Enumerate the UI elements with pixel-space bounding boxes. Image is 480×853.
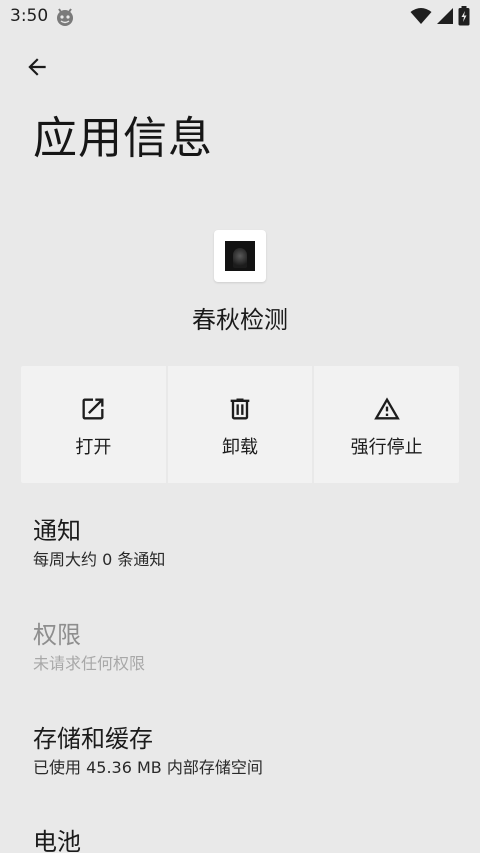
open-button-label: 打开 [75,437,112,458]
open-button[interactable]: 打开 [21,366,166,483]
uninstall-button[interactable]: 卸载 [167,366,313,483]
app-info-screen: 3:50 应用信息 春秋检测 打开 卸载 强行停止 通知 每周大约 0 条通知 … [0,0,480,853]
force-stop-button-label: 强行停止 [350,437,423,458]
cellular-signal-icon [436,7,454,25]
battery-charging-icon [458,6,470,26]
status-icons [410,6,470,26]
permissions-title: 权限 [33,621,81,649]
notifications-item[interactable]: 通知 每周大约 0 条通知 [0,516,480,571]
warning-icon [373,395,401,423]
app-icon [214,230,266,282]
uninstall-button-label: 卸载 [222,437,258,458]
back-button[interactable] [16,52,58,86]
notifications-title: 通知 [33,517,81,545]
notifications-summary: 每周大约 0 条通知 [33,550,166,569]
app-icon-image [225,241,255,271]
permissions-summary: 未请求任何权限 [33,654,146,673]
battery-title: 电池 [33,828,81,853]
page-title: 应用信息 [33,113,213,164]
wifi-icon [410,7,432,25]
status-time: 3:50 [10,6,49,26]
arrow-back-icon [24,54,50,84]
status-bar: 3:50 [0,0,480,34]
storage-cache-title: 存储和缓存 [33,725,153,753]
android-debug-icon [55,7,75,27]
action-buttons: 打开 卸载 强行停止 [21,366,460,483]
trash-icon [226,395,254,423]
battery-item[interactable]: 电池 [0,827,480,853]
storage-cache-item[interactable]: 存储和缓存 已使用 45.36 MB 内部存储空间 [0,724,480,779]
open-in-new-icon [79,395,107,423]
app-name: 春秋检测 [192,306,288,334]
permissions-item: 权限 未请求任何权限 [0,620,480,675]
storage-cache-summary: 已使用 45.36 MB 内部存储空间 [33,758,263,777]
force-stop-button[interactable]: 强行停止 [314,366,460,483]
